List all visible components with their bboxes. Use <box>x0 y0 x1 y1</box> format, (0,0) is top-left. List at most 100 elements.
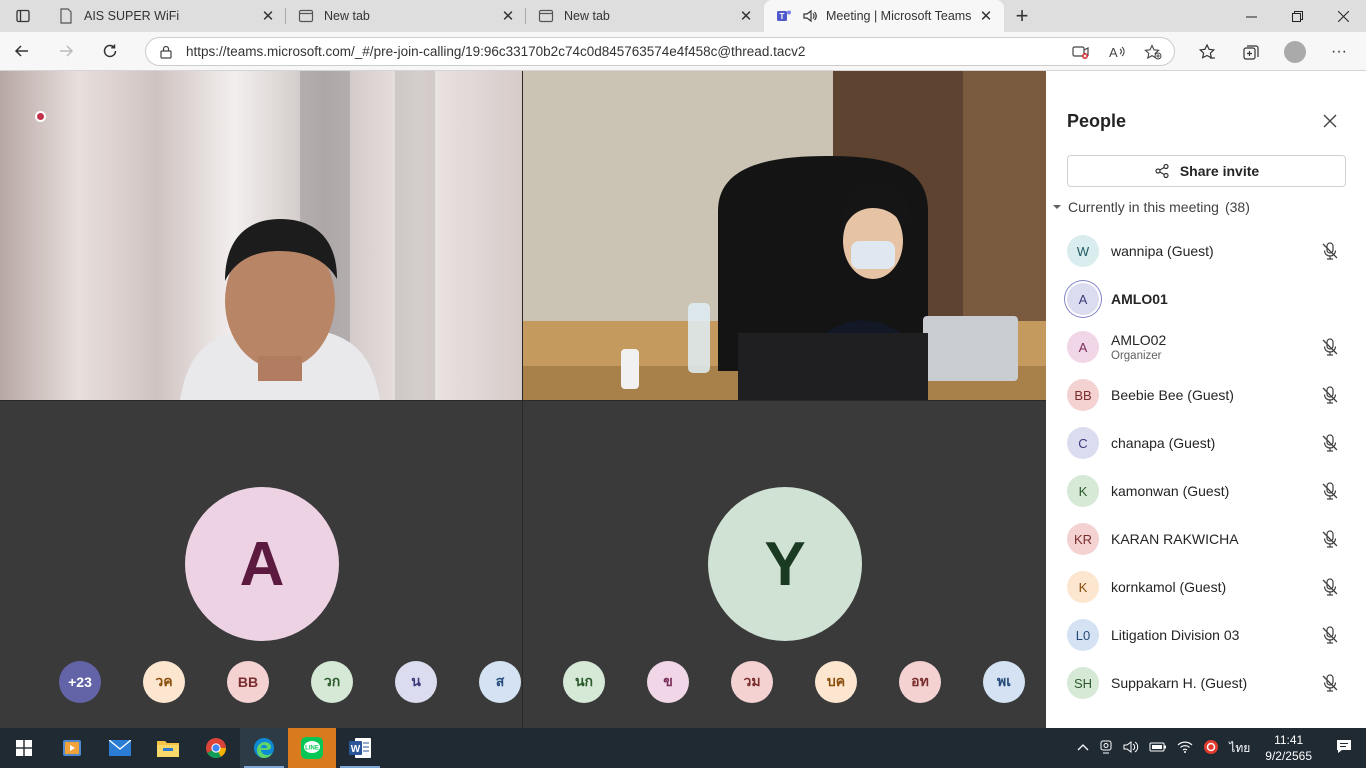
participant-row[interactable]: KR KARAN RAKWICHA <box>1046 515 1366 563</box>
volume-button[interactable] <box>1118 740 1144 757</box>
overflow-participant-avatar[interactable]: พเ <box>983 661 1025 703</box>
overflow-participant-avatar[interactable]: นก <box>563 661 605 703</box>
tab-title: New tab <box>324 9 370 23</box>
avatar-initial: Y <box>764 529 806 599</box>
url-text[interactable]: https://teams.microsoft.com/_#/pre-join-… <box>186 44 1070 59</box>
taskbar-line[interactable]: LINE <box>288 728 336 768</box>
overflow-participant-avatar[interactable]: ส <box>479 661 521 703</box>
lock-icon[interactable] <box>158 44 174 60</box>
panel-title: People <box>1067 111 1127 131</box>
line-app-icon: LINE <box>301 737 323 759</box>
tray-app-button[interactable] <box>1198 739 1224 758</box>
webcam-status-button[interactable] <box>1094 740 1118 757</box>
edge-icon <box>254 738 274 758</box>
tab-teams-meeting[interactable]: T Meeting | Microsoft Teams ✕ <box>764 0 1004 32</box>
close-tab-icon[interactable]: ✕ <box>978 8 994 25</box>
camera-blocked-icon[interactable] <box>1070 41 1092 63</box>
windows-taskbar: LINE W ไทย 11:41 9/2/2565 <box>0 728 1366 768</box>
refresh-button[interactable] <box>88 35 132 67</box>
wifi-button[interactable] <box>1172 740 1198 757</box>
svg-text:T: T <box>780 12 785 21</box>
taskbar-chrome[interactable] <box>192 728 240 768</box>
taskbar-mail[interactable] <box>96 728 144 768</box>
taskbar-edge[interactable] <box>240 728 288 768</box>
share-invite-button[interactable]: Share invite <box>1067 155 1346 187</box>
minimize-button[interactable] <box>1228 0 1274 32</box>
overflow-participant-avatar[interactable]: วก <box>311 661 353 703</box>
overflow-participant-avatar[interactable]: วค <box>143 661 185 703</box>
read-aloud-icon[interactable]: A <box>1106 41 1128 63</box>
participant-row[interactable]: A AMLO02 Organizer <box>1046 323 1366 371</box>
avatar-initials: บค <box>826 673 846 689</box>
notifications-button[interactable] <box>1322 739 1366 758</box>
overflow-participant-avatar[interactable]: ข <box>647 661 689 703</box>
section-header-in-meeting[interactable]: Currently in this meeting (38) <box>1052 199 1250 215</box>
close-window-button[interactable] <box>1320 0 1366 32</box>
folder-icon <box>157 741 179 757</box>
participant-avatar: BB <box>1067 379 1099 411</box>
avatar-initials: +23 <box>68 674 92 690</box>
video-tile-participant-2[interactable] <box>523 71 1046 400</box>
avatar-initials: C <box>1078 435 1088 451</box>
mic-muted-icon <box>1320 241 1340 261</box>
participant-name: wannipa (Guest) <box>1111 243 1214 259</box>
show-hidden-icons-button[interactable] <box>1072 741 1094 755</box>
participant-row[interactable]: SH Suppakarn H. (Guest) <box>1046 659 1366 707</box>
avatar-initials: W <box>1076 243 1090 259</box>
speaker-icon[interactable] <box>802 8 818 24</box>
favorites-button[interactable] <box>1185 36 1229 68</box>
settings-more-button[interactable]: ··· <box>1317 36 1361 68</box>
avatar-initials: A <box>1078 339 1088 355</box>
participant-row[interactable]: L0 Litigation Division 03 <box>1046 611 1366 659</box>
system-tray: ไทย 11:41 9/2/2565 <box>1072 728 1366 768</box>
clock[interactable]: 11:41 9/2/2565 <box>1255 732 1322 764</box>
overflow-participant-avatar[interactable]: วม <box>731 661 773 703</box>
overflow-participant-avatar[interactable]: อท <box>899 661 941 703</box>
avatar-initials: BB <box>1074 387 1092 403</box>
close-tab-icon[interactable]: ✕ <box>260 8 276 25</box>
battery-icon <box>1149 742 1167 751</box>
windows-logo-icon <box>16 740 32 756</box>
overflow-participant-avatar[interactable]: บค <box>815 661 857 703</box>
section-label: Currently in this meeting <box>1068 199 1219 215</box>
avatar-initials: วม <box>743 673 761 689</box>
start-button[interactable] <box>0 728 48 768</box>
profile-button[interactable] <box>1273 36 1317 68</box>
participant-row[interactable]: Wwannipa (Guest) <box>1046 227 1366 275</box>
participant-row[interactable]: Kkornkamol (Guest) <box>1046 563 1366 611</box>
tab-new-1[interactable]: New tab ✕ <box>286 0 526 32</box>
new-tab-button[interactable]: + <box>1004 0 1040 32</box>
participant-row[interactable]: Cchanapa (Guest) <box>1046 419 1366 467</box>
chrome-icon <box>206 738 227 759</box>
taskbar-file-explorer[interactable] <box>144 728 192 768</box>
close-tab-icon[interactable]: ✕ <box>738 8 754 25</box>
avatar-initials: L0 <box>1075 627 1091 643</box>
tab-actions-button[interactable] <box>0 0 46 32</box>
input-language[interactable]: ไทย <box>1224 739 1255 758</box>
participant-avatar: K <box>1067 475 1099 507</box>
back-button[interactable] <box>0 35 44 67</box>
avatar-initials: วก <box>323 673 341 689</box>
tab-new-2[interactable]: New tab ✕ <box>526 0 764 32</box>
more-participants-button[interactable]: +23 <box>59 661 101 703</box>
add-favorite-icon[interactable] <box>1142 41 1164 63</box>
participant-row[interactable]: A AMLO01 <box>1046 275 1366 323</box>
participant-row[interactable]: BB Beebie Bee (Guest) <box>1046 371 1366 419</box>
avatar-initials: KR <box>1073 531 1093 547</box>
overflow-participant-avatar[interactable]: น <box>395 661 437 703</box>
battery-button[interactable] <box>1144 741 1172 756</box>
close-tab-icon[interactable]: ✕ <box>500 8 516 25</box>
restore-button[interactable] <box>1274 0 1320 32</box>
avatar-initials: K <box>1078 483 1088 499</box>
taskbar-media-player[interactable] <box>48 728 96 768</box>
forward-button[interactable] <box>44 35 88 67</box>
overflow-participant-avatar[interactable]: BB <box>227 661 269 703</box>
address-bar[interactable]: https://teams.microsoft.com/_#/pre-join-… <box>145 37 1175 66</box>
collections-button[interactable] <box>1229 36 1273 68</box>
participant-row[interactable]: Kkamonwan (Guest) <box>1046 467 1366 515</box>
close-panel-button[interactable] <box>1320 111 1340 131</box>
taskbar-word[interactable]: W <box>336 728 384 768</box>
video-tile-participant-1[interactable] <box>0 71 522 400</box>
tab-ais-wifi[interactable]: AIS SUPER WiFi ✕ <box>46 0 286 32</box>
mic-muted-icon <box>1320 529 1340 549</box>
